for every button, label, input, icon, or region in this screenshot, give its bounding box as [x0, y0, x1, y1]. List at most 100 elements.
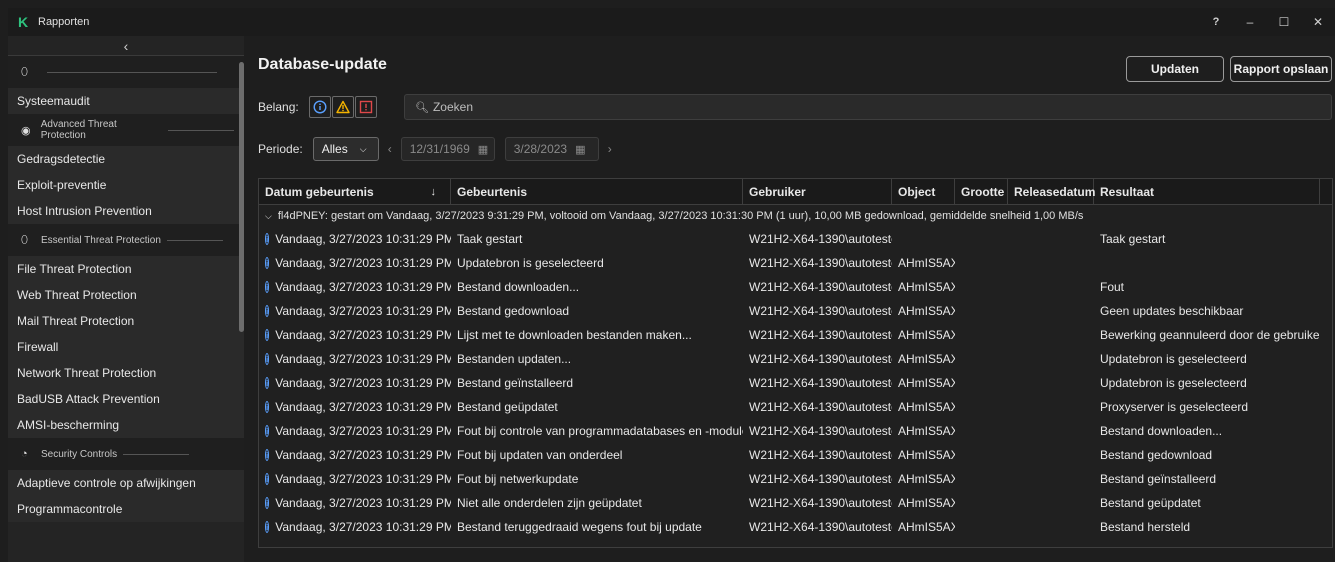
sidebar-item[interactable]: Firewall: [8, 334, 244, 360]
table-row[interactable]: i Vandaag, 3/27/2023 10:31:29 PM Updatebro…: [259, 251, 1332, 275]
table-row[interactable]: i Vandaag, 3/27/2023 10:31:29 PM Niet alle…: [259, 491, 1332, 515]
column-header-result[interactable]: Resultaat: [1094, 179, 1320, 205]
table-cell-event: Fout bij netwerkupdate: [457, 472, 579, 486]
update-button[interactable]: Updaten: [1126, 56, 1224, 82]
table-cell-date: i Vandaag, 3/27/2023 10:31:29 PM: [259, 328, 451, 342]
table-cell-object: AHmIS5AX: [898, 520, 955, 534]
column-header-size[interactable]: Grootte: [955, 179, 1008, 205]
sidebar-item[interactable]: Systeemaudit: [8, 88, 244, 114]
date-from-field[interactable]: 12/31/1969 ▦: [400, 137, 495, 161]
info-icon: [313, 100, 327, 114]
table-cell-date: i Vandaag, 3/27/2023 10:31:29 PM: [259, 352, 451, 366]
sidebar-item[interactable]: Programmacontrole: [8, 496, 244, 522]
table-row[interactable]: i Vandaag, 3/27/2023 10:31:29 PM Taak gest…: [259, 227, 1332, 251]
table-row[interactable]: i Vandaag, 3/27/2023 10:31:29 PM Fout bij …: [259, 419, 1332, 443]
error-filter-button[interactable]: [354, 96, 377, 118]
main-panel: Database-update Updaten Rapport opslaan …: [250, 36, 1335, 562]
sidebar-item[interactable]: Network Threat Protection: [8, 360, 244, 386]
period-label: Periode:: [258, 142, 303, 156]
previous-period-button[interactable]: ‹: [379, 142, 401, 156]
sidebar-item[interactable]: Host Intrusion Prevention: [8, 198, 244, 224]
chevron-down-icon[interactable]: ⌵: [265, 211, 272, 222]
table-cell-user: W21H2-X64-1390\autotester: [749, 448, 892, 462]
table-cell-object: AHmIS5AX: [898, 424, 955, 438]
event-date: Vandaag, 3/27/2023 10:31:29 PM: [275, 352, 451, 366]
table-cell-result: Fout: [1100, 280, 1125, 294]
sidebar-content: ⬯ Systeemaudit ◉ Advanced Threat Protection…: [8, 56, 244, 522]
table-cell-user: W21H2-X64-1390\autotester: [749, 400, 892, 414]
calendar-icon[interactable]: ▦: [575, 143, 585, 156]
error-icon: [359, 100, 372, 114]
table-row[interactable]: i Vandaag, 3/27/2023 10:31:29 PM Bestand t…: [259, 515, 1332, 539]
table-cell-object: AHmIS5AX: [898, 256, 955, 270]
table-row[interactable]: i Vandaag, 3/27/2023 10:31:29 PM Bestand d…: [259, 275, 1332, 299]
page-title: Database-update: [258, 56, 387, 73]
table-cell-user: W21H2-X64-1390\autotester: [749, 496, 892, 510]
table-row[interactable]: i Vandaag, 3/27/2023 10:31:29 PM Bestand g…: [259, 299, 1332, 323]
info-icon: i: [265, 473, 270, 485]
date-to-field[interactable]: 3/28/2023 ▦: [504, 137, 599, 161]
search-input[interactable]: 🔍︎ Zoeken: [404, 94, 1332, 120]
group-row[interactable]: ⌵ fl4dPNEY: gestart om Vandaag, 3/27/202…: [259, 205, 1332, 227]
sidebar-section-label: Essential Threat Protection: [41, 234, 161, 246]
close-button[interactable]: ✕: [1301, 8, 1335, 36]
table-row[interactable]: i Vandaag, 3/27/2023 10:31:29 PM Bestand g…: [259, 371, 1332, 395]
title-bar: K Rapporten ? – ☐ ✕: [8, 8, 1335, 36]
save-report-button[interactable]: Rapport opslaan: [1230, 56, 1332, 82]
info-icon: i: [265, 257, 270, 269]
window-controls: ? – ☐ ✕: [1199, 8, 1335, 36]
sidebar-item[interactable]: Gedragsdetectie: [8, 146, 244, 172]
sidebar-item[interactable]: Mail Threat Protection: [8, 308, 244, 334]
chevron-down-icon: ⌵: [359, 143, 367, 154]
table-cell-date: i Vandaag, 3/27/2023 10:31:29 PM: [259, 448, 451, 462]
column-header-object[interactable]: Object: [892, 179, 955, 205]
collapse-sidebar-button[interactable]: ‹: [8, 36, 244, 56]
next-period-button[interactable]: ›: [599, 142, 621, 156]
table-cell-result: Bestand hersteld: [1100, 520, 1191, 534]
table-row[interactable]: i Vandaag, 3/27/2023 10:31:29 PM Fout bij …: [259, 443, 1332, 467]
search-placeholder: Zoeken: [432, 100, 473, 114]
table-cell-object: AHmIS5AX: [898, 352, 955, 366]
table-row[interactable]: i Vandaag, 3/27/2023 10:31:29 PM Lijst met…: [259, 323, 1332, 347]
column-header-user[interactable]: Gebruiker: [743, 179, 892, 205]
warning-filter-button[interactable]: [331, 96, 354, 118]
sidebar-section-label: Advanced Threat Protection: [40, 119, 117, 141]
table-cell-object: AHmIS5AX: [898, 328, 955, 342]
sidebar-item[interactable]: AMSI-bescherming: [8, 412, 244, 438]
table-cell-event: Bestanden updaten...: [457, 352, 572, 366]
period-select[interactable]: Alles ⌵: [312, 137, 379, 161]
sidebar-item[interactable]: Web Threat Protection: [8, 282, 244, 308]
table-cell-event: Bestand geïnstalleerd: [457, 376, 574, 390]
help-button[interactable]: ?: [1199, 8, 1233, 36]
maximize-button[interactable]: ☐: [1267, 8, 1301, 36]
sidebar-item[interactable]: Adaptieve controle op afwijkingen: [8, 470, 244, 496]
event-date: Vandaag, 3/27/2023 10:31:29 PM: [275, 400, 451, 414]
column-header-release-date[interactable]: Releasedatum: [1008, 179, 1095, 205]
table-cell-object: AHmIS5AX: [898, 376, 955, 390]
info-icon: i: [265, 377, 270, 389]
period-select-value: Alles: [321, 142, 348, 156]
group-summary: fl4dPNEY: gestart om Vandaag, 3/27/2023 …: [277, 210, 1084, 222]
table-row[interactable]: i Vandaag, 3/27/2023 10:31:29 PM Bestand g…: [259, 395, 1332, 419]
sidebar-section: ◉ Advanced Threat Protection: [8, 114, 244, 146]
info-icon: i: [265, 305, 270, 317]
minimize-button[interactable]: –: [1233, 8, 1267, 36]
table-header: Datum gebeurtenis ↓ Gebeurtenis Gebruike…: [259, 179, 1332, 205]
info-filter-button[interactable]: [308, 96, 331, 118]
sidebar-scrollbar[interactable]: [239, 62, 244, 332]
column-header-date[interactable]: Datum gebeurtenis ↓: [259, 179, 451, 205]
sidebar-item[interactable]: File Threat Protection: [8, 256, 244, 282]
table-row[interactable]: i Vandaag, 3/27/2023 10:31:29 PM Bestanden…: [259, 347, 1332, 371]
sidebar-item[interactable]: BadUSB Attack Prevention: [8, 386, 244, 412]
table-cell-user: W21H2-X64-1390\autotester: [749, 256, 892, 270]
column-header-event[interactable]: Gebeurtenis: [451, 179, 743, 205]
sidebar-item[interactable]: Exploit-preventie: [8, 172, 244, 198]
sidebar-section: ◔ Security Controls: [8, 438, 244, 470]
window-title: Rapporten: [38, 16, 90, 28]
calendar-icon[interactable]: ▦: [478, 143, 488, 156]
table-row[interactable]: i Vandaag, 3/27/2023 10:31:29 PM Fout bij …: [259, 467, 1332, 491]
event-date: Vandaag, 3/27/2023 10:31:29 PM: [275, 328, 451, 342]
info-icon: i: [265, 425, 270, 437]
date-from-value: 12/31/1969: [409, 142, 470, 156]
table-cell-date: i Vandaag, 3/27/2023 10:31:29 PM: [259, 256, 451, 270]
